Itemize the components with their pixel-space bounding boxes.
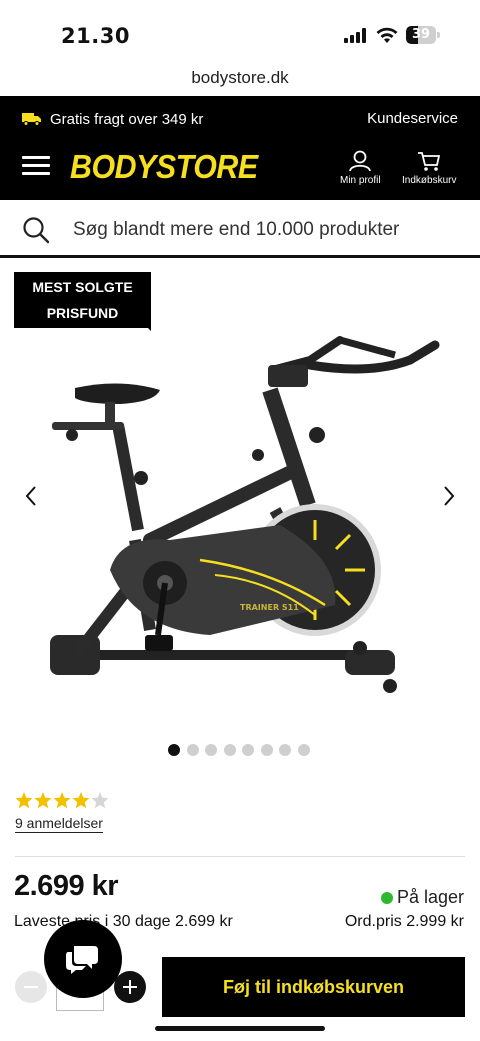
- user-icon: [349, 150, 372, 172]
- badge-line-2: PRISFUND: [46, 305, 119, 321]
- increase-quantity-button[interactable]: [114, 971, 146, 1003]
- cart-label: Indkøbskurv: [402, 175, 457, 186]
- address-bar[interactable]: bodystore.dk: [0, 68, 480, 94]
- search-icon[interactable]: [22, 216, 50, 244]
- reviews-link[interactable]: 9 anmeldelser: [15, 815, 103, 833]
- truck-icon: [22, 113, 41, 126]
- gallery-pagination[interactable]: [168, 744, 316, 756]
- gallery-dot[interactable]: [242, 744, 254, 756]
- gallery-dot[interactable]: [297, 744, 310, 756]
- chat-bubble-icon: [66, 946, 98, 974]
- gallery-dot[interactable]: [205, 744, 217, 756]
- decrease-quantity-button[interactable]: [15, 971, 47, 1003]
- add-to-cart-button[interactable]: Føj til indkøbskurven: [162, 957, 465, 1017]
- cart-button[interactable]: Indkøbskurv: [402, 150, 456, 186]
- star-filled-icon: [15, 792, 33, 809]
- divider: [15, 856, 465, 857]
- gallery-dot[interactable]: [168, 744, 180, 756]
- battery-level: 39: [411, 27, 431, 42]
- customer-service-link[interactable]: Kundeservice: [367, 110, 458, 127]
- free-shipping-text: Gratis fragt over 349 kr: [50, 110, 204, 128]
- status-bar: 21.30 39: [0, 0, 480, 64]
- gallery-dot[interactable]: [260, 744, 273, 756]
- profile-label: Min profil: [340, 175, 381, 186]
- battery-icon: 39: [406, 26, 440, 45]
- product-price: 2.699 kr: [14, 870, 119, 902]
- star-filled-icon: [53, 792, 71, 809]
- star-empty-icon: [91, 792, 109, 809]
- badge-line-1: MEST SOLGTE: [32, 279, 133, 295]
- cellular-signal-icon: [344, 28, 366, 43]
- product-image[interactable]: TRAINER S11: [40, 330, 450, 710]
- gallery-dot[interactable]: [186, 744, 199, 756]
- search-input[interactable]: Søg blandt mere end 10.000 produkter: [73, 219, 399, 241]
- free-shipping-banner: Gratis fragt over 349 kr: [22, 108, 203, 130]
- clock: 21.30: [61, 24, 130, 48]
- home-indicator[interactable]: [155, 1026, 325, 1031]
- star-filled-icon: [34, 792, 52, 809]
- search-bar[interactable]: Søg blandt mere end 10.000 produkter: [0, 200, 480, 258]
- svg-text:TRAINER S11: TRAINER S11: [240, 603, 299, 612]
- chat-button[interactable]: [44, 920, 122, 998]
- gallery-dot[interactable]: [279, 744, 291, 756]
- rating-stars: [15, 792, 110, 809]
- profile-button[interactable]: Min profil: [340, 150, 381, 186]
- gallery-dot[interactable]: [223, 744, 236, 756]
- star-filled-icon: [72, 792, 90, 809]
- wifi-icon: [376, 27, 398, 43]
- previous-image-arrow-icon[interactable]: [23, 485, 39, 507]
- stock-status-text: På lager: [396, 887, 464, 907]
- hamburger-menu-icon[interactable]: [22, 156, 50, 176]
- bestseller-badge: MEST SOLGTE PRISFUND: [14, 272, 151, 328]
- site-header: Gratis fragt over 349 kr Kundeservice BO…: [0, 96, 480, 200]
- stock-status: På lager: [380, 887, 464, 908]
- in-stock-dot-icon: [380, 891, 393, 904]
- lowest-price-30-days: Laveste pris i 30 dage 2.699 kr: [14, 913, 233, 930]
- shopping-cart-icon: [418, 152, 441, 171]
- bodystore-logo[interactable]: BODYSTORE: [70, 148, 258, 186]
- ordinary-price: Ord.pris 2.999 kr: [344, 913, 464, 930]
